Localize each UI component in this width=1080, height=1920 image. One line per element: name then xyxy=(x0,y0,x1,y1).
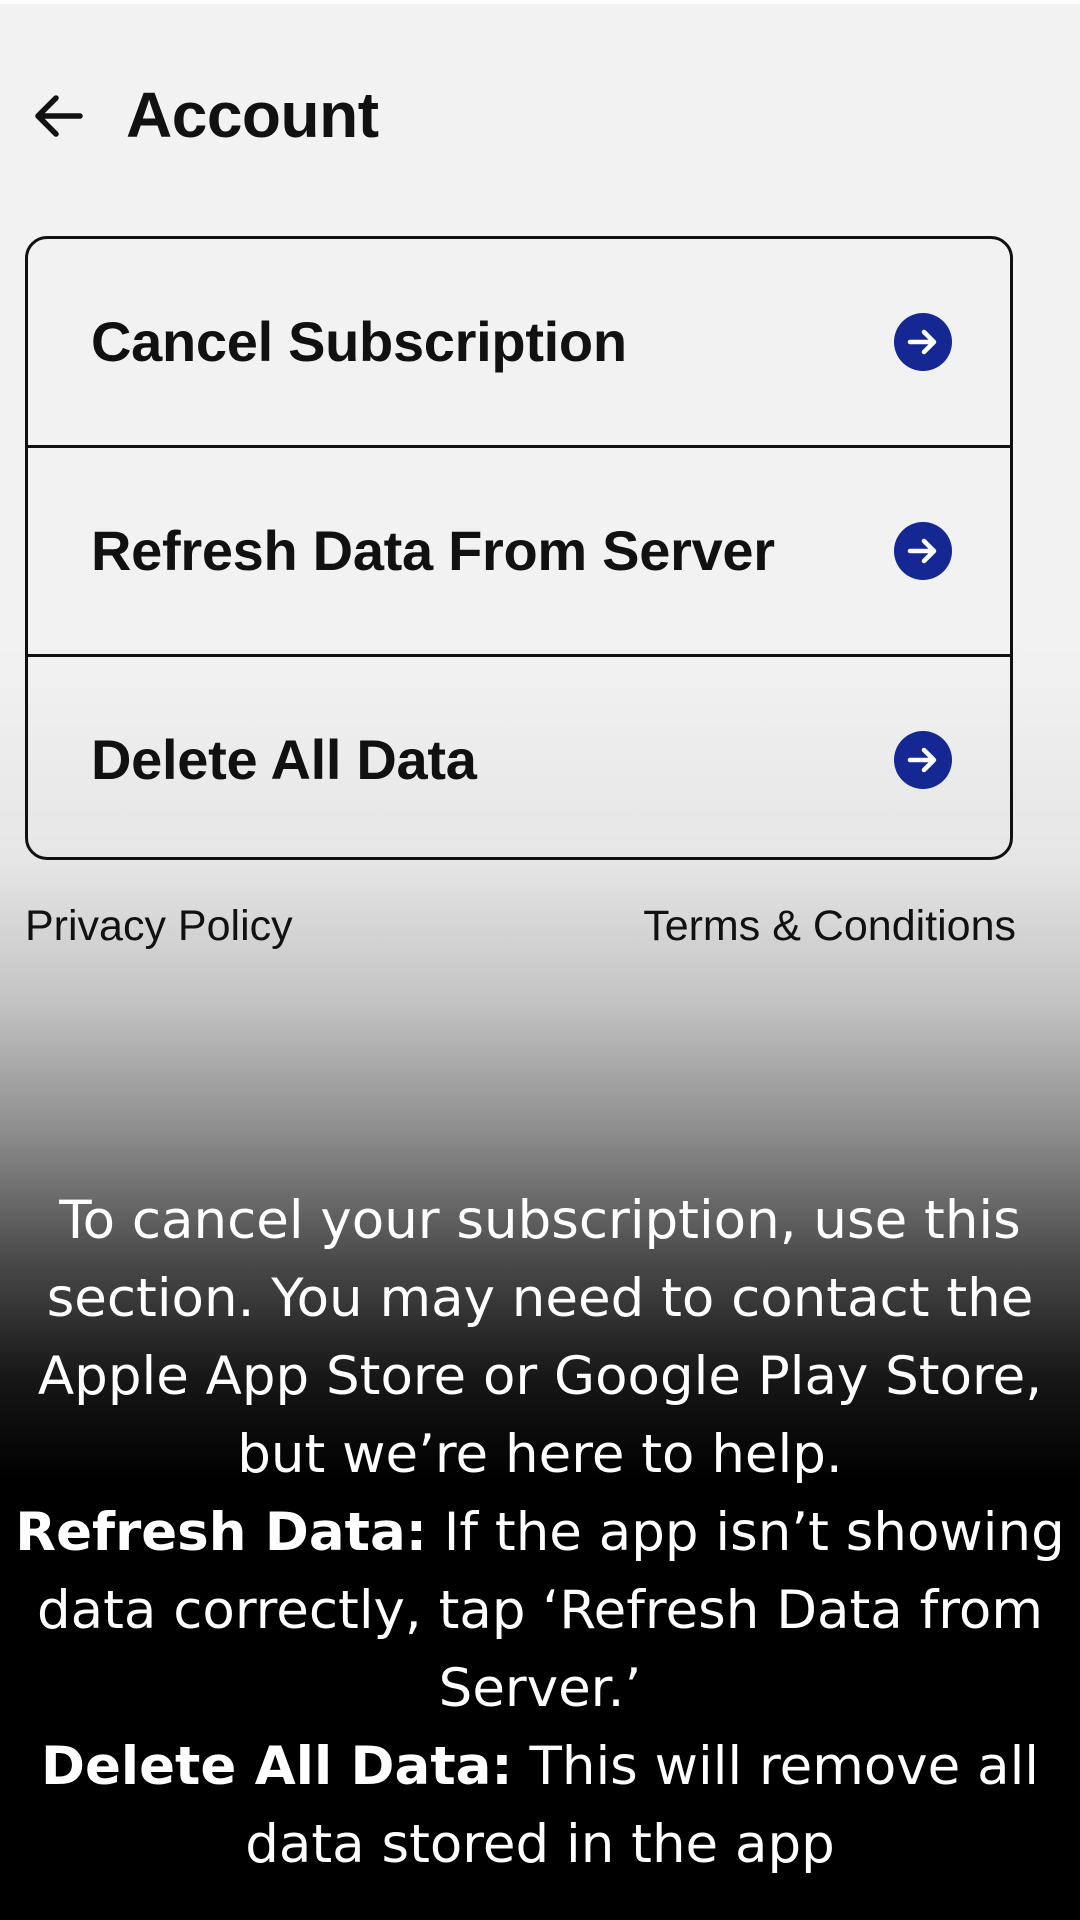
cancel-subscription-item[interactable]: Cancel Subscription xyxy=(28,239,1010,445)
delete-all-data-item[interactable]: Delete All Data xyxy=(28,657,1010,857)
app-header: Account xyxy=(0,60,1080,170)
help-delete-title: Delete All Data: xyxy=(40,1736,513,1797)
menu-item-label: Delete All Data xyxy=(91,728,477,791)
help-intro: To cancel your subscription, use this se… xyxy=(37,1190,1043,1485)
terms-conditions-link[interactable]: Terms & Conditions xyxy=(643,900,1016,952)
help-delete: Delete All Data: This will remove all da… xyxy=(14,1728,1066,1884)
refresh-data-item[interactable]: Refresh Data From Server xyxy=(28,448,1010,654)
help-refresh-title: Refresh Data: xyxy=(15,1502,427,1563)
arrow-right-circle-icon[interactable] xyxy=(894,522,952,580)
help-refresh: Refresh Data: If the app isn’t showing d… xyxy=(14,1494,1066,1728)
help-text: To cancel your subscription, use this se… xyxy=(14,1182,1066,1884)
arrow-right-circle-icon[interactable] xyxy=(894,313,952,371)
arrow-left-icon xyxy=(35,95,83,137)
privacy-policy-link[interactable]: Privacy Policy xyxy=(25,900,293,952)
arrow-right-circle-icon[interactable] xyxy=(894,731,952,789)
top-strip xyxy=(0,0,1080,4)
page-title: Account xyxy=(126,79,379,151)
account-menu: Cancel Subscription Refresh Data From Se… xyxy=(25,236,1013,860)
menu-item-label: Cancel Subscription xyxy=(91,310,627,373)
back-button[interactable] xyxy=(26,86,90,146)
menu-item-label: Refresh Data From Server xyxy=(91,519,775,582)
